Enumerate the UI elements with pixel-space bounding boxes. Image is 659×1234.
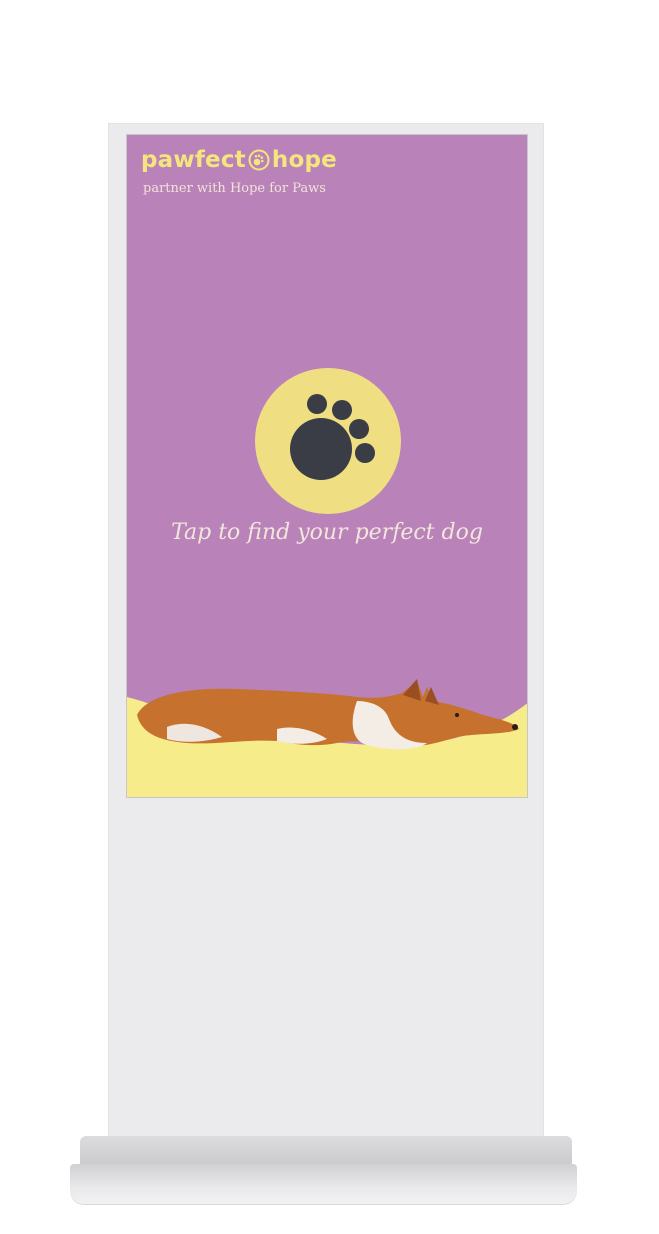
brand-logo: pawfect hope: [141, 147, 337, 173]
paw-icon[interactable]: [255, 368, 401, 514]
corgi-lying-down-image: [127, 679, 527, 797]
brand-tagline: partner with Hope for Paws: [143, 181, 326, 196]
kiosk-base: [70, 1164, 577, 1204]
kiosk-screen[interactable]: pawfect hope partner with Hope for Paws …: [126, 134, 528, 798]
brand-name-left: pawfect: [141, 147, 246, 173]
paw-circle-icon: [248, 149, 270, 171]
cta-text: Tap to find your perfect dog: [171, 520, 483, 545]
kiosk-mockup: pawfect hope partner with Hope for Paws …: [0, 0, 659, 1234]
brand-name-right: hope: [271, 147, 337, 173]
